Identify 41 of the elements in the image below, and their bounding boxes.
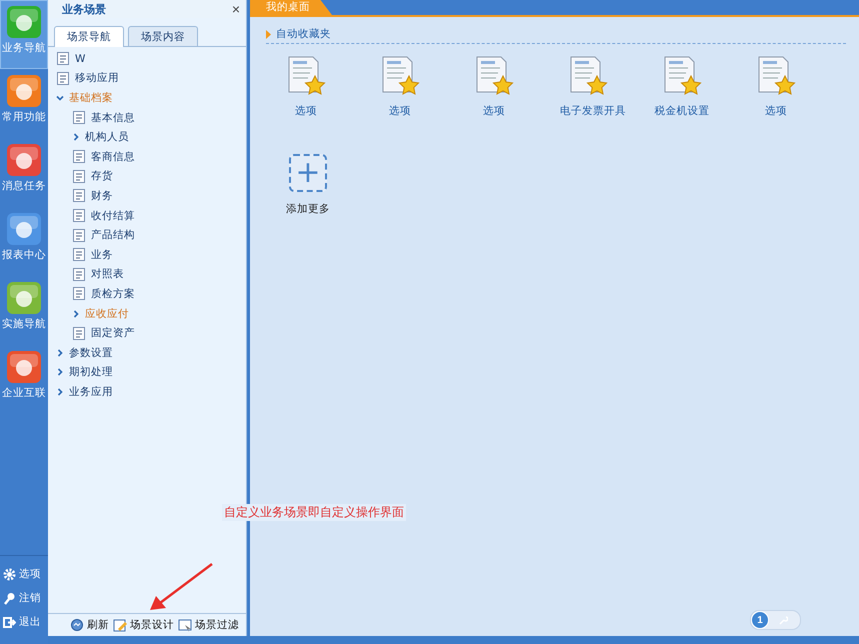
panel-tab[interactable]: 场景导航 — [54, 26, 124, 47]
rail-nav-button[interactable]: 报表中心 — [0, 207, 48, 276]
rail-nav-button[interactable]: 消息任务 — [0, 138, 48, 207]
close-button[interactable]: × — [232, 2, 240, 16]
tree-item[interactable]: 参数设置 — [48, 342, 246, 362]
panel-title: 业务场景 — [62, 2, 106, 16]
tree-item[interactable]: 对照表 — [48, 264, 246, 284]
footer-button[interactable]: 场景过滤 — [178, 618, 239, 632]
tree-item[interactable]: 财务 — [48, 186, 246, 206]
favorite-shortcut[interactable]: 选项 — [466, 56, 560, 118]
tree-item[interactable]: 收付结算 — [48, 206, 246, 226]
tree-item[interactable]: 业务应用 — [48, 382, 246, 402]
page-button[interactable]: 1 — [751, 611, 769, 629]
tree-item[interactable]: 客商信息 — [48, 146, 246, 167]
tree-item[interactable]: 机构人员 — [48, 127, 246, 147]
tree-item[interactable]: 基本信息 — [48, 108, 246, 128]
rail-action-button[interactable]: 退出 — [0, 610, 48, 634]
add-more-label: 添加更多 — [286, 202, 330, 216]
section-title: 自动收藏夹 — [276, 27, 331, 41]
favorite-shortcut[interactable]: 选项 — [748, 56, 842, 118]
favorite-shortcut[interactable]: 选项 — [372, 56, 466, 118]
tree-item[interactable]: W — [48, 49, 246, 69]
footer-button[interactable]: 场景设计 — [113, 618, 174, 632]
tree-item[interactable]: 质检方案 — [48, 284, 246, 304]
favorite-shortcut[interactable]: 电子发票开具 — [560, 56, 654, 118]
annotation-text: 自定义业务场景即自定义操作界面 — [222, 504, 406, 521]
footer-button[interactable]: 刷新 — [70, 618, 109, 632]
tree-item[interactable]: 产品结构 — [48, 225, 246, 245]
tree-item[interactable]: 存货 — [48, 166, 246, 186]
rail-nav-button[interactable]: 企业互联 — [0, 345, 48, 414]
rail-nav-button[interactable]: 实施导航 — [0, 276, 48, 345]
tree-item[interactable]: 移动应用 — [48, 68, 246, 88]
panel-tab[interactable]: 场景内容 — [128, 26, 198, 46]
tree-item[interactable]: 业务 — [48, 244, 246, 265]
rail-nav-button[interactable]: 常用功能 — [0, 69, 48, 138]
rail-action-button[interactable]: 注销 — [0, 586, 48, 610]
favorite-shortcut[interactable]: 税金机设置 — [654, 56, 748, 118]
tree-item[interactable]: 期初处理 — [48, 362, 246, 382]
favorite-shortcut[interactable]: 选项 — [278, 56, 372, 118]
rail-action-button[interactable]: 选项 — [0, 562, 48, 586]
tree-item[interactable]: 固定资产 — [48, 323, 246, 343]
